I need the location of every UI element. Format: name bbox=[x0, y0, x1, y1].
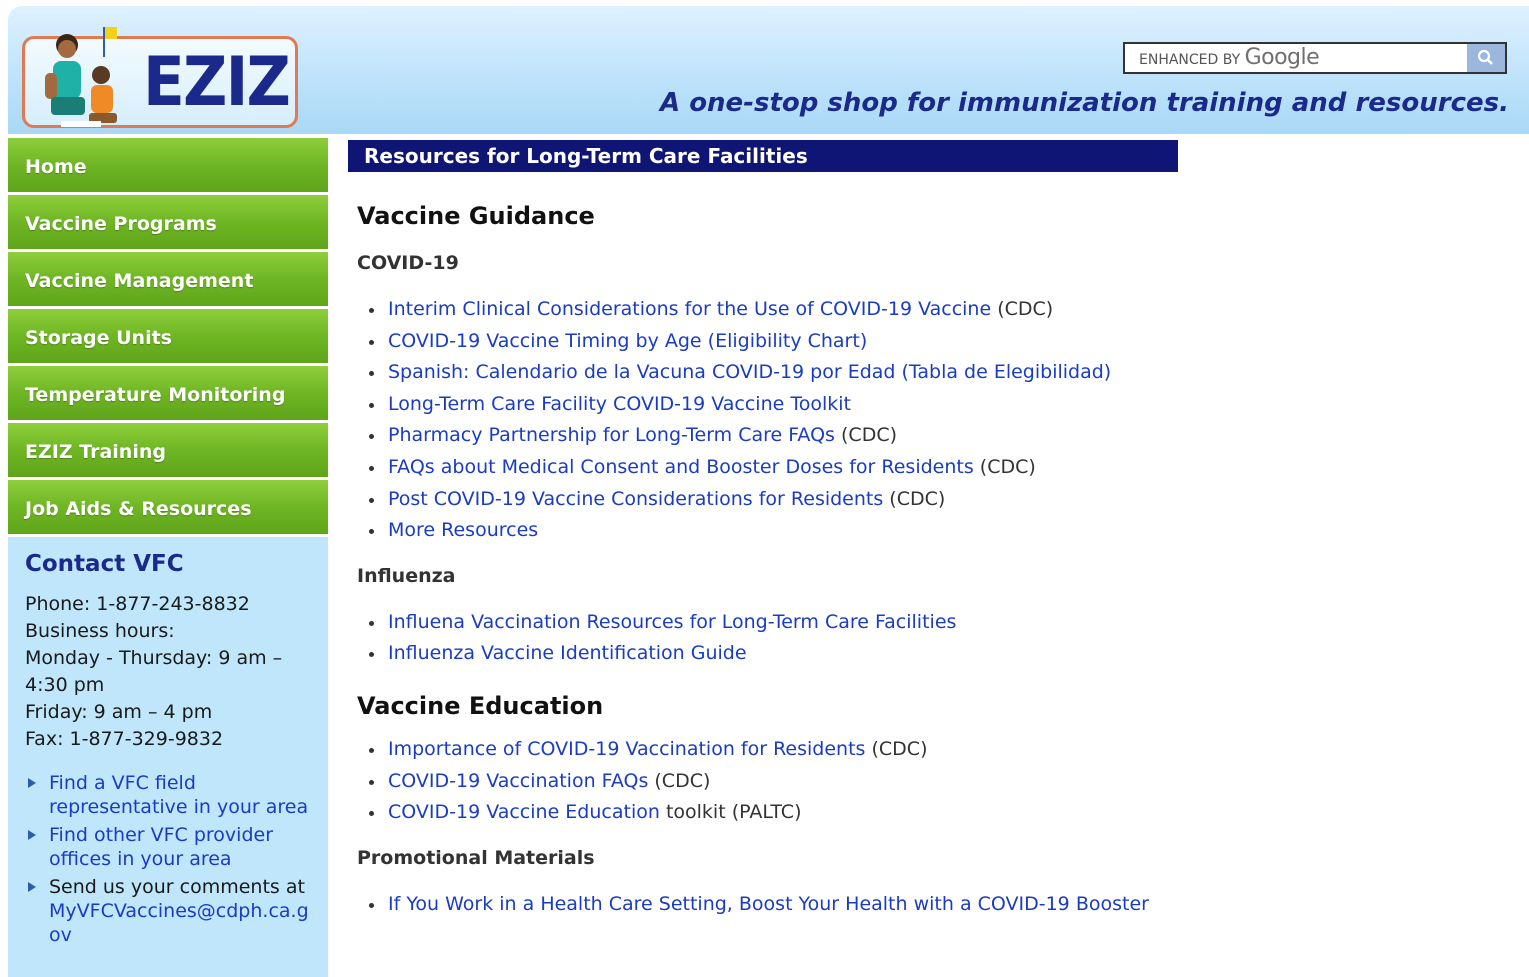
site-tagline: A one-stop shop for immunization trainin… bbox=[660, 88, 1509, 118]
subheading-influenza: Influenza bbox=[357, 564, 456, 587]
contact-phone: Phone: 1-877-243-8832 bbox=[25, 593, 250, 615]
list-item: Send us your comments at MyVFCVaccines@c… bbox=[25, 875, 312, 947]
search-brand: Google bbox=[1244, 45, 1320, 70]
contact-links: Find a VFC field representative in your … bbox=[25, 771, 312, 947]
resource-source: (CDC) bbox=[865, 737, 928, 760]
resource-link[interactable]: COVID-19 Vaccine Timing by Age (Eligibil… bbox=[388, 330, 867, 352]
influenza-resource-list: Influena Vaccination Resources for Long-… bbox=[357, 607, 1508, 670]
covid-resource-list: Interim Clinical Considerations for the … bbox=[357, 294, 1508, 547]
section-heading-vaccine-education: Vaccine Education bbox=[357, 691, 604, 720]
search-prefix: ENHANCED BY bbox=[1139, 52, 1241, 68]
resource-source: toolkit (PALTC) bbox=[659, 801, 802, 824]
field-rep-link[interactable]: Find a VFC field representative in your … bbox=[49, 772, 308, 818]
nav-home[interactable]: Home bbox=[8, 138, 328, 192]
resource-link[interactable]: More Resources bbox=[388, 519, 538, 541]
list-item: FAQs about Medical Consent and Booster D… bbox=[367, 452, 1508, 484]
contact-panel: Contact VFC Phone: 1-877-243-8832 Busine… bbox=[8, 537, 328, 977]
list-item: Find a VFC field representative in your … bbox=[25, 771, 312, 819]
contact-hours-weekday-end: 4:30 pm bbox=[25, 674, 105, 696]
contact-hours-weekday: Monday - Thursday: 9 am – bbox=[25, 647, 283, 669]
list-item: If You Work in a Health Care Setting, Bo… bbox=[367, 889, 1508, 921]
resource-link[interactable]: Pharmacy Partnership for Long-Term Care … bbox=[388, 424, 835, 446]
main-content: Resources for Long-Term Care Facilities … bbox=[348, 140, 1508, 920]
contact-hours-friday: Friday: 9 am – 4 pm bbox=[25, 701, 213, 723]
resource-link[interactable]: Influena Vaccination Resources for Long-… bbox=[388, 611, 956, 633]
logo-illustration-icon bbox=[45, 27, 117, 127]
list-item: COVID-19 Vaccine Timing by Age (Eligibil… bbox=[367, 326, 1508, 358]
nav-vaccine-programs[interactable]: Vaccine Programs bbox=[8, 195, 328, 249]
resource-link[interactable]: Importance of COVID-19 Vaccination for R… bbox=[388, 738, 865, 760]
resource-link[interactable]: Post COVID-19 Vaccine Considerations for… bbox=[388, 488, 883, 510]
search-box: ENHANCED BY Google bbox=[1123, 42, 1521, 76]
contact-hours-label: Business hours: bbox=[25, 620, 175, 642]
triangle-right-icon bbox=[28, 882, 36, 892]
nav-vaccine-management[interactable]: Vaccine Management bbox=[8, 252, 328, 306]
search-button[interactable] bbox=[1467, 42, 1507, 74]
provider-offices-link[interactable]: Find other VFC provider offices in your … bbox=[49, 824, 273, 870]
contact-heading: Contact VFC bbox=[25, 551, 184, 577]
list-item: More Resources bbox=[367, 515, 1508, 547]
triangle-right-icon bbox=[28, 830, 36, 840]
resource-source: (CDC) bbox=[648, 769, 711, 792]
resource-link[interactable]: Long-Term Care Facility COVID-19 Vaccine… bbox=[388, 393, 851, 415]
logo-text: EZIZ bbox=[143, 43, 291, 122]
list-item: Influenza Vaccine Identification Guide bbox=[367, 638, 1508, 670]
list-item: COVID-19 Vaccination FAQs (CDC) bbox=[367, 766, 1508, 798]
site-header: EZIZ ENHANCED BY Google A one-stop shop … bbox=[8, 6, 1529, 134]
search-input[interactable]: ENHANCED BY Google bbox=[1123, 42, 1467, 74]
list-item: Importance of COVID-19 Vaccination for R… bbox=[367, 734, 1508, 766]
sidebar: Home Vaccine Programs Vaccine Management… bbox=[8, 138, 328, 977]
subheading-covid: COVID-19 bbox=[357, 252, 459, 274]
resource-source: (CDC) bbox=[973, 455, 1036, 478]
list-item: COVID-19 Vaccine Education toolkit (PALT… bbox=[367, 797, 1508, 829]
resource-link[interactable]: COVID-19 Vaccination FAQs bbox=[388, 770, 648, 792]
nav-temperature-monitoring[interactable]: Temperature Monitoring bbox=[8, 366, 328, 420]
nav-job-aids-resources[interactable]: Job Aids & Resources bbox=[8, 480, 328, 534]
list-item: Post COVID-19 Vaccine Considerations for… bbox=[367, 484, 1508, 516]
resource-link[interactable]: If You Work in a Health Care Setting, Bo… bbox=[388, 893, 1149, 915]
resource-source: (CDC) bbox=[834, 424, 897, 447]
list-item: Long-Term Care Facility COVID-19 Vaccine… bbox=[367, 389, 1508, 421]
search-icon bbox=[1477, 49, 1493, 65]
nav-eziz-training[interactable]: EZIZ Training bbox=[8, 423, 328, 477]
contact-fax: Fax: 1-877-329-9832 bbox=[25, 728, 224, 750]
resource-source: (CDC) bbox=[883, 487, 946, 510]
education-resource-list: Importance of COVID-19 Vaccination for R… bbox=[357, 734, 1508, 829]
list-item: Interim Clinical Considerations for the … bbox=[367, 294, 1508, 326]
comments-text: Send us your comments at bbox=[49, 876, 305, 898]
resource-link[interactable]: FAQs about Medical Consent and Booster D… bbox=[388, 456, 974, 478]
list-item: Influena Vaccination Resources for Long-… bbox=[367, 607, 1508, 639]
subheading-promotional: Promotional Materials bbox=[357, 846, 595, 869]
resource-link[interactable]: Interim Clinical Considerations for the … bbox=[388, 298, 991, 320]
triangle-right-icon bbox=[28, 778, 36, 788]
section-heading-vaccine-guidance: Vaccine Guidance bbox=[357, 202, 595, 230]
resource-link[interactable]: Spanish: Calendario de la Vacuna COVID-1… bbox=[388, 361, 1111, 383]
promotional-resource-list: If You Work in a Health Care Setting, Bo… bbox=[357, 889, 1508, 921]
nav-storage-units[interactable]: Storage Units bbox=[8, 309, 328, 363]
email-link[interactable]: MyVFCVaccines@cdph.ca.gov bbox=[49, 900, 309, 946]
list-item: Pharmacy Partnership for Long-Term Care … bbox=[367, 420, 1508, 452]
resource-source: (CDC) bbox=[991, 298, 1054, 320]
eziz-logo[interactable]: EZIZ bbox=[22, 27, 298, 128]
list-item: Spanish: Calendario de la Vacuna COVID-1… bbox=[367, 357, 1508, 389]
list-item: Find other VFC provider offices in your … bbox=[25, 823, 312, 871]
page-title: Resources for Long-Term Care Facilities bbox=[348, 140, 1178, 172]
resource-link[interactable]: Influenza Vaccine Identification Guide bbox=[388, 642, 747, 664]
resource-link[interactable]: COVID-19 Vaccine Education bbox=[388, 801, 660, 823]
